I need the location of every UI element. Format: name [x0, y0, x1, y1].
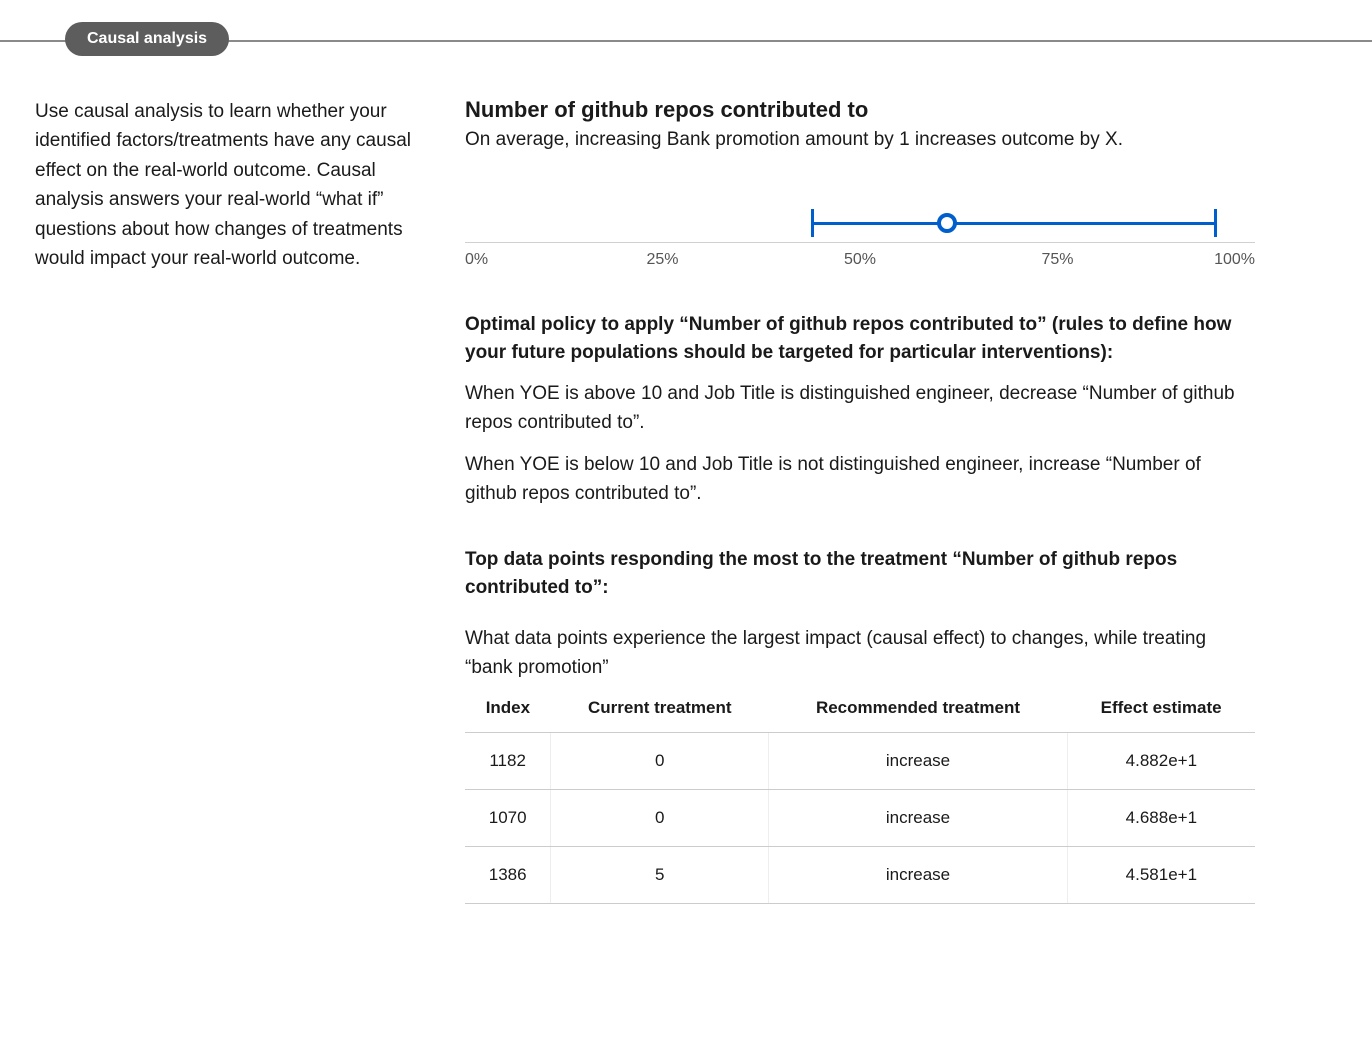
- policy-rule: When YOE is above 10 and Job Title is di…: [465, 380, 1255, 437]
- section-divider: Causal analysis: [0, 40, 1372, 42]
- top-points-header: Top data points responding the most to t…: [465, 546, 1255, 601]
- intro-column: Use causal analysis to learn whether you…: [35, 97, 430, 904]
- col-current-treatment: Current treatment: [551, 690, 769, 733]
- cell-effect: 4.581e+1: [1067, 847, 1255, 904]
- cell-current: 5: [551, 847, 769, 904]
- ci-tick-label: 25%: [646, 251, 678, 269]
- ci-ticks: 0% 25% 50% 75% 100%: [465, 251, 1255, 271]
- ci-axis: [465, 242, 1255, 243]
- table-header-row: Index Current treatment Recommended trea…: [465, 690, 1255, 733]
- cell-recommended: increase: [769, 733, 1067, 790]
- ci-whisker-right: [1214, 209, 1217, 237]
- tab-causal-analysis[interactable]: Causal analysis: [65, 22, 229, 56]
- ci-bar: [813, 222, 1216, 225]
- ci-whisker-left: [811, 209, 814, 237]
- cell-index: 1070: [465, 790, 551, 847]
- col-index: Index: [465, 690, 551, 733]
- top-points-description: What data points experience the largest …: [465, 625, 1255, 682]
- col-effect-estimate: Effect estimate: [1067, 690, 1255, 733]
- intro-text: Use causal analysis to learn whether you…: [35, 97, 430, 274]
- cell-recommended: increase: [769, 790, 1067, 847]
- table-row: 11820increase4.882e+1: [465, 733, 1255, 790]
- cell-current: 0: [551, 733, 769, 790]
- ci-tick-label: 0%: [465, 251, 488, 269]
- col-recommended-treatment: Recommended treatment: [769, 690, 1067, 733]
- ci-tick-label: 100%: [1214, 251, 1255, 269]
- ci-tick-label: 75%: [1041, 251, 1073, 269]
- cell-effect: 4.688e+1: [1067, 790, 1255, 847]
- tab-label: Causal analysis: [87, 30, 207, 47]
- policy-header: Optimal policy to apply “Number of githu…: [465, 311, 1255, 366]
- table-row: 10700increase4.688e+1: [465, 790, 1255, 847]
- policy-rule: When YOE is below 10 and Job Title is no…: [465, 451, 1255, 508]
- feature-title: Number of github repos contributed to: [465, 97, 1255, 123]
- ci-tick-label: 50%: [844, 251, 876, 269]
- content-area: Use causal analysis to learn whether you…: [0, 42, 1372, 904]
- table-row: 13865increase4.581e+1: [465, 847, 1255, 904]
- feature-subtitle: On average, increasing Bank promotion am…: [465, 129, 1255, 151]
- cell-recommended: increase: [769, 847, 1067, 904]
- cell-effect: 4.882e+1: [1067, 733, 1255, 790]
- main-column: Number of github repos contributed to On…: [465, 97, 1255, 904]
- confidence-interval-chart: 0% 25% 50% 75% 100%: [465, 199, 1255, 271]
- top-points-table: Index Current treatment Recommended trea…: [465, 690, 1255, 904]
- cell-index: 1182: [465, 733, 551, 790]
- cell-index: 1386: [465, 847, 551, 904]
- ci-point: [937, 213, 957, 233]
- cell-current: 0: [551, 790, 769, 847]
- policy-rules: When YOE is above 10 and Job Title is di…: [465, 380, 1255, 508]
